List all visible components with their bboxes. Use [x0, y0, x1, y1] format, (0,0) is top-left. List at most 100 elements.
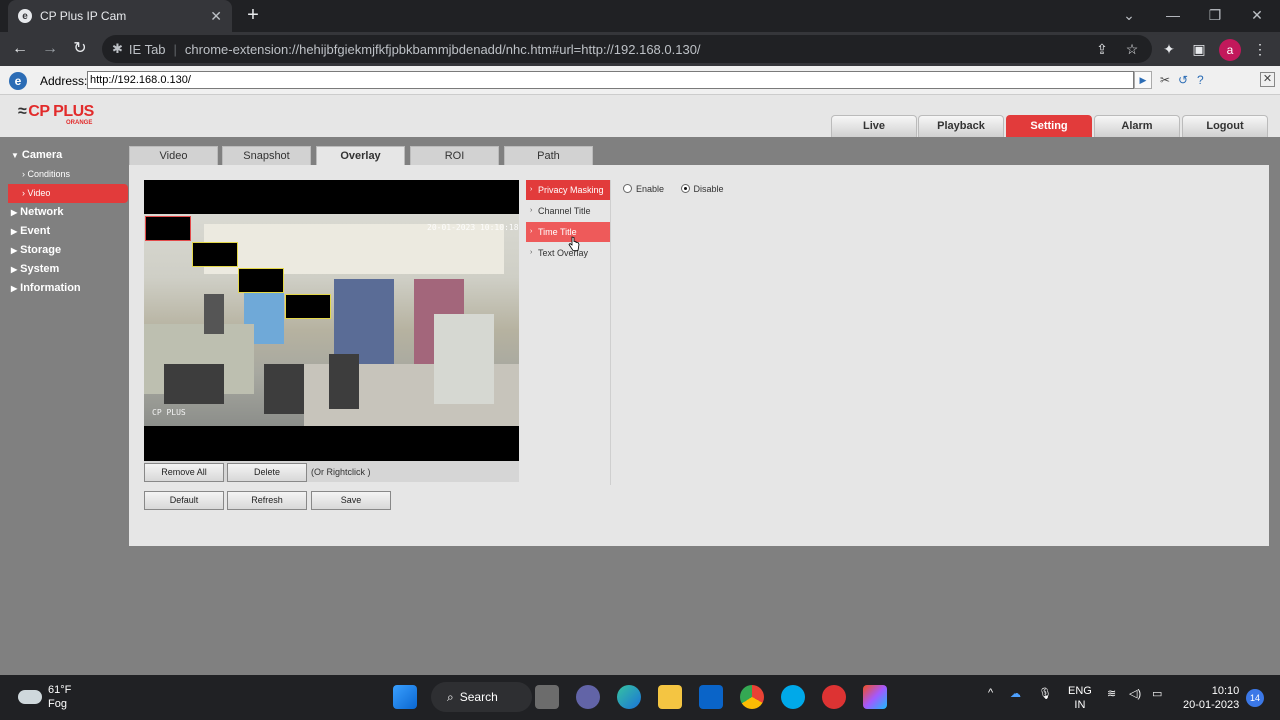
tab-path[interactable]: Path — [504, 146, 593, 166]
nav-live[interactable]: Live — [831, 115, 917, 137]
refresh-button[interactable]: Refresh — [227, 491, 307, 510]
nav-playback[interactable]: Playback — [918, 115, 1004, 137]
caret-down-icon: ▼ — [11, 151, 19, 160]
outlook-icon[interactable] — [699, 685, 723, 709]
privacy-mask-4[interactable] — [285, 294, 331, 319]
menu-item-channel-title[interactable]: › Channel Title — [526, 201, 610, 221]
disable-radio[interactable] — [680, 184, 690, 193]
reload-icon[interactable]: ↻ — [68, 38, 92, 60]
sidebar-label: Information — [20, 282, 81, 294]
task-view-icon[interactable] — [535, 685, 559, 709]
close-tab-icon[interactable]: ✕ — [210, 8, 222, 25]
nav-setting[interactable]: Setting — [1006, 115, 1092, 137]
ie-tab-toolbar: e Address: http://192.168.0.130/ ▶ ✂ ↺ ?… — [0, 66, 1280, 95]
sidebar-item-storage[interactable]: ▶ Storage — [0, 241, 128, 260]
ie-close-icon[interactable]: ✕ — [1260, 72, 1275, 87]
browser-tab[interactable]: e CP Plus IP Cam ✕ — [8, 0, 232, 32]
sidebar-label: Storage — [20, 244, 62, 256]
camera-web-app: ≈ CP PLUS ORANGE Live Playback Setting Al… — [0, 95, 1280, 675]
video-preview[interactable]: 20-01-2023 10:10:18 CP PLUS — [144, 180, 519, 461]
app-header: ≈ CP PLUS ORANGE Live Playback Setting Al… — [0, 95, 1280, 137]
privacy-mask-2[interactable] — [192, 242, 238, 267]
close-window-button[interactable]: ✕ — [1236, 0, 1278, 32]
file-explorer-icon[interactable] — [658, 685, 682, 709]
sidebar-item-system[interactable]: ▶ System — [0, 260, 128, 279]
microphone-icon[interactable]: 🎙 — [1038, 687, 1052, 700]
tab-video[interactable]: Video — [129, 146, 218, 166]
recorder-icon[interactable] — [822, 685, 846, 709]
sidebar-item-event[interactable]: ▶ Event — [0, 222, 128, 241]
volume-icon[interactable]: ◁) — [1129, 687, 1141, 700]
enable-label: Enable — [636, 184, 665, 194]
disable-label: Disable — [693, 184, 724, 194]
onedrive-icon[interactable]: ☁ — [1010, 687, 1021, 700]
figma-icon[interactable] — [863, 685, 887, 709]
extension-puzzle-icon: ✱ — [112, 41, 123, 56]
ie-logo-icon: e — [9, 72, 27, 90]
sidebar-item-conditions[interactable]: › Conditions — [0, 165, 128, 184]
privacy-mask-1[interactable] — [145, 216, 191, 241]
minimize-button[interactable]: — — [1152, 0, 1194, 32]
back-icon[interactable]: ← — [8, 38, 32, 60]
edge-icon[interactable] — [617, 685, 641, 709]
tab-overlay[interactable]: Overlay — [316, 146, 405, 166]
tab-roi[interactable]: ROI — [410, 146, 499, 166]
chrome-icon[interactable] — [740, 685, 764, 709]
caret-right-icon: ▶ — [11, 227, 18, 236]
sidebar-item-video[interactable]: › Video — [8, 184, 128, 203]
profile-avatar[interactable]: a — [1219, 39, 1241, 61]
wifi-icon[interactable]: ≋ — [1107, 687, 1116, 700]
delete-button[interactable]: Delete — [227, 463, 307, 482]
logo-subtext: ORANGE — [66, 120, 93, 126]
privacy-mask-3[interactable] — [238, 268, 284, 293]
skype-icon[interactable] — [781, 685, 805, 709]
omnibox[interactable]: ✱ IE Tab | chrome-extension://hehijbfgie… — [102, 35, 1152, 63]
language-indicator[interactable]: ENG IN — [1068, 684, 1092, 712]
weather-widget[interactable]: 61°F Fog — [18, 683, 71, 711]
logo-text: CP PLUS — [28, 103, 94, 120]
fog-cloud-icon — [18, 690, 42, 704]
default-button[interactable]: Default — [144, 491, 224, 510]
sidebar-item-camera[interactable]: ▼ Camera — [0, 146, 128, 165]
nav-logout[interactable]: Logout — [1182, 115, 1268, 137]
battery-icon[interactable]: ▭ — [1152, 687, 1162, 700]
menu-item-privacy-masking[interactable]: › Privacy Masking — [526, 180, 610, 200]
browser-tabstrip: e CP Plus IP Cam ✕ + ⌄ — ❐ ✕ — [0, 0, 1280, 32]
forward-icon[interactable]: → — [38, 38, 62, 60]
new-tab-button[interactable]: + — [242, 5, 264, 27]
restore-button[interactable]: ❐ — [1194, 0, 1236, 32]
teams-chat-icon[interactable] — [576, 685, 600, 709]
nav-alarm[interactable]: Alarm — [1094, 115, 1180, 137]
go-arrow-icon[interactable]: ▶ — [1134, 71, 1152, 89]
save-button[interactable]: Save — [311, 491, 391, 510]
time-title-osd: 20-01-2023 10:10:18 — [427, 223, 519, 232]
url-separator: | — [173, 41, 177, 57]
address-input[interactable]: http://192.168.0.130/ — [87, 71, 1134, 89]
weather-condition: Fog — [48, 698, 67, 710]
browser-toolbar: ← → ↻ ✱ IE Tab | chrome-extension://hehi… — [0, 32, 1280, 66]
tools-icon[interactable]: ✂ — [1160, 73, 1170, 87]
sidebar-item-network[interactable]: ▶ Network — [0, 203, 128, 222]
enable-radio[interactable] — [623, 184, 632, 193]
extensions-icon[interactable]: ✦ — [1159, 39, 1179, 59]
help-icon[interactable]: ? — [1197, 73, 1204, 87]
remove-all-button[interactable]: Remove All — [144, 463, 224, 482]
side-panel-icon[interactable]: ▣ — [1189, 39, 1209, 59]
windows-start-icon[interactable] — [393, 685, 417, 709]
sidebar-label: Conditions — [27, 169, 71, 179]
compat-icon[interactable]: ↺ — [1178, 73, 1188, 87]
clock-time: 10:10 — [1211, 685, 1240, 697]
sidebar-item-information[interactable]: ▶ Information — [0, 279, 128, 298]
tab-snapshot[interactable]: Snapshot — [222, 146, 311, 166]
taskbar-clock[interactable]: 10:10 20-01-2023 — [1183, 684, 1239, 712]
taskbar-search[interactable]: ⌕ Search — [431, 682, 532, 712]
chevron-right-icon: › — [530, 228, 533, 235]
chevron-up-icon[interactable]: ^ — [988, 687, 993, 699]
caret-right-icon: ▶ — [11, 265, 18, 274]
notification-badge[interactable]: 14 — [1246, 689, 1264, 707]
tab-search-icon[interactable]: ⌄ — [1108, 0, 1150, 32]
menu-kebab-icon[interactable]: ⋮ — [1250, 39, 1270, 59]
bookmark-star-icon[interactable]: ☆ — [1122, 39, 1142, 59]
share-icon[interactable]: ⇪ — [1092, 39, 1112, 59]
windows-taskbar: 61°F Fog ⌕ Search ^ ☁ 🎙 ENG IN ≋ ◁) ▭ 10:… — [0, 675, 1280, 720]
